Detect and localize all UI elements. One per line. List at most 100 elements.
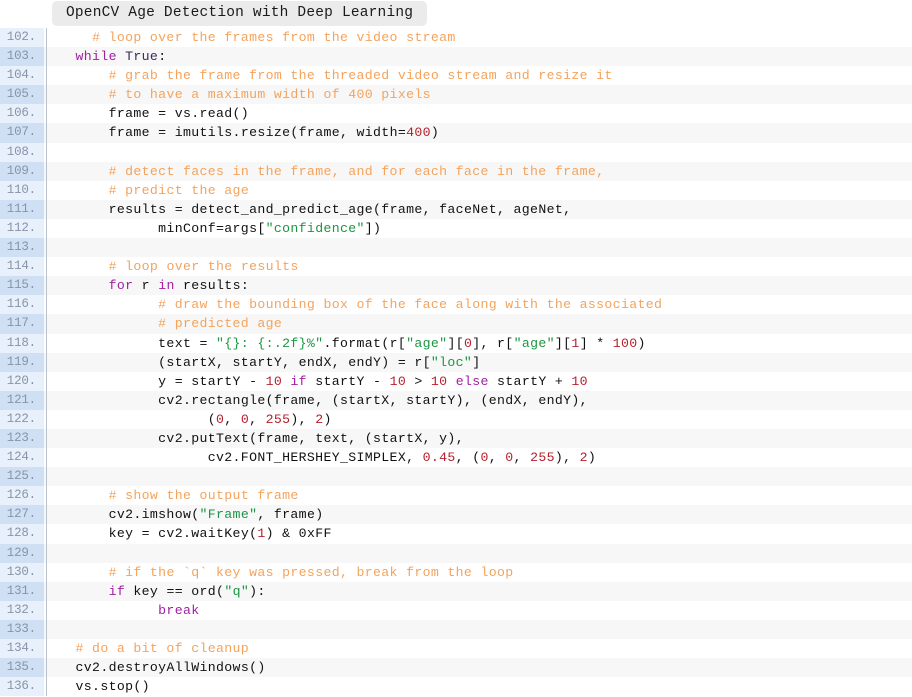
code-line[interactable]: 133.: [0, 619, 912, 640]
token-plain: ,: [513, 450, 531, 466]
line-number: 119.: [0, 352, 44, 372]
code-line[interactable]: 136. vs.stop(): [0, 677, 912, 697]
token-keyword: for: [108, 278, 134, 294]
gutter-separator: [44, 276, 51, 296]
code-line[interactable]: 123. cv2.putText(frame, text, (startX, y…: [0, 428, 912, 449]
code-text[interactable]: minConf=args["confidence"]): [51, 219, 912, 238]
code-line[interactable]: 117. # predicted age: [0, 314, 912, 334]
code-text[interactable]: text = "{}: {:.2f}%".format(r["age"][0],…: [51, 334, 912, 353]
token-keyword: if: [290, 373, 307, 389]
code-line[interactable]: 130. # if the `q` key was pressed, break…: [0, 562, 912, 582]
code-text[interactable]: # if the `q` key was pressed, break from…: [51, 563, 912, 582]
code-line[interactable]: 112. minConf=args["confidence"]): [0, 218, 912, 239]
token-plain: ]: [472, 354, 481, 370]
code-text[interactable]: cv2.imshow("Frame", frame): [51, 505, 912, 524]
code-text[interactable]: vs.stop(): [51, 677, 912, 696]
code-text[interactable]: cv2.putText(frame, text, (startX, y),: [51, 429, 912, 448]
code-line[interactable]: 134. # do a bit of cleanup: [0, 639, 912, 659]
gutter-separator: [44, 333, 51, 353]
code-text[interactable]: break: [51, 601, 912, 620]
code-line[interactable]: 105. # to have a maximum width of 400 pi…: [0, 85, 912, 105]
code-text[interactable]: # detect faces in the frame, and for eac…: [51, 162, 912, 181]
code-text[interactable]: # predict the age: [51, 181, 912, 200]
line-number: 105.: [0, 85, 44, 105]
code-line[interactable]: 124. cv2.FONT_HERSHEY_SIMPLEX, 0.45, (0,…: [0, 448, 912, 468]
code-text[interactable]: # to have a maximum width of 400 pixels: [51, 85, 912, 104]
code-line[interactable]: 135. cv2.destroyAllWindows(): [0, 658, 912, 678]
code-text[interactable]: [51, 620, 912, 639]
token-comment: # show the output frame: [108, 488, 299, 504]
code-line[interactable]: 128. key = cv2.waitKey(1) & 0xFF: [0, 524, 912, 544]
code-line[interactable]: 121. cv2.rectangle(frame, (startX, start…: [0, 390, 912, 410]
code-text[interactable]: results = detect_and_predict_age(frame, …: [51, 200, 912, 219]
code-line[interactable]: 132. break: [0, 600, 912, 621]
code-text[interactable]: # draw the bounding box of the face alon…: [51, 295, 912, 314]
code-line[interactable]: 110. # predict the age: [0, 180, 912, 200]
code-text[interactable]: # show the output frame: [51, 486, 912, 505]
code-text[interactable]: (startX, startY, endX, endY) = r["loc"]: [51, 353, 912, 372]
code-line[interactable]: 129.: [0, 543, 912, 563]
code-line[interactable]: 120. y = startY - 10 if startY - 10 > 10…: [0, 371, 912, 391]
code-text[interactable]: key = cv2.waitKey(1) & 0xFF: [51, 524, 912, 543]
code-text[interactable]: frame = imutils.resize(frame, width=400): [51, 123, 912, 142]
code-line[interactable]: 107. frame = imutils.resize(frame, width…: [0, 123, 912, 143]
code-text[interactable]: for r in results:: [51, 276, 912, 295]
token-string: "age": [513, 335, 555, 351]
token-function: format: [331, 335, 382, 351]
code-line[interactable]: 131. if key == ord("q"):: [0, 581, 912, 601]
code-line[interactable]: 113.: [0, 238, 912, 258]
code-line[interactable]: 115. for r in results:: [0, 276, 912, 296]
code-text[interactable]: frame = vs.read(): [51, 104, 912, 123]
token-plain: :: [158, 49, 167, 65]
code-line[interactable]: 104. # grab the frame from the threaded …: [0, 66, 912, 86]
gutter-separator: [44, 66, 51, 86]
token-plain: ][: [554, 335, 572, 351]
code-text[interactable]: cv2.destroyAllWindows(): [51, 658, 912, 677]
code-line[interactable]: 102. # loop over the frames from the vid…: [0, 28, 912, 48]
token-function: read: [199, 106, 233, 122]
code-text[interactable]: # predicted age: [51, 314, 912, 333]
code-text[interactable]: [51, 143, 912, 162]
code-text[interactable]: (0, 0, 255), 2): [51, 410, 912, 429]
code-text[interactable]: # do a bit of cleanup: [51, 639, 912, 658]
code-line[interactable]: 119. (startX, startY, endX, endY) = r["l…: [0, 352, 912, 372]
code-text[interactable]: if key == ord("q"):: [51, 582, 912, 601]
line-number: 109.: [0, 161, 44, 181]
code-line[interactable]: 114. # loop over the results: [0, 257, 912, 277]
code-line[interactable]: 106. frame = vs.read(): [0, 104, 912, 124]
token-comment: # draw the bounding box of the face alon…: [158, 297, 663, 313]
code-text[interactable]: # loop over the frames from the video st…: [51, 28, 912, 47]
code-text[interactable]: # grab the frame from the threaded video…: [51, 66, 912, 85]
code-text[interactable]: cv2.rectangle(frame, (startX, startY), (…: [51, 391, 912, 410]
code-text[interactable]: while True:: [51, 47, 912, 66]
token-comment: # grab the frame from the threaded video…: [108, 68, 613, 84]
code-text[interactable]: y = startY - 10 if startY - 10 > 10 else…: [51, 372, 912, 391]
code-line[interactable]: 122. (0, 0, 255), 2): [0, 409, 912, 430]
code-text[interactable]: [51, 238, 912, 257]
token-const: True: [125, 49, 159, 65]
code-listing[interactable]: 102. # loop over the frames from the vid…: [0, 28, 912, 697]
code-line[interactable]: 108.: [0, 142, 912, 162]
code-line[interactable]: 109. # detect faces in the frame, and fo…: [0, 161, 912, 181]
line-number: 126.: [0, 486, 44, 506]
code-line[interactable]: 116. # draw the bounding box of the face…: [0, 295, 912, 315]
code-line[interactable]: 103. while True:: [0, 47, 912, 67]
code-text[interactable]: [51, 467, 912, 486]
code-line[interactable]: 118. text = "{}: {:.2f}%".format(r["age"…: [0, 333, 912, 353]
line-number: 120.: [0, 371, 44, 391]
code-line[interactable]: 127. cv2.imshow("Frame", frame): [0, 505, 912, 525]
code-line[interactable]: 126. # show the output frame: [0, 486, 912, 506]
token-function: putText: [191, 430, 250, 446]
token-plain: startY -: [306, 373, 390, 389]
code-text[interactable]: [51, 544, 912, 563]
token-number: 0: [480, 450, 489, 466]
code-text[interactable]: cv2.FONT_HERSHEY_SIMPLEX, 0.45, (0, 0, 2…: [51, 448, 912, 467]
code-line[interactable]: 111. results = detect_and_predict_age(fr…: [0, 199, 912, 220]
code-text[interactable]: # loop over the results: [51, 257, 912, 276]
gutter-separator: [44, 524, 51, 544]
code-line[interactable]: 125.: [0, 467, 912, 487]
gutter-separator: [44, 619, 51, 640]
